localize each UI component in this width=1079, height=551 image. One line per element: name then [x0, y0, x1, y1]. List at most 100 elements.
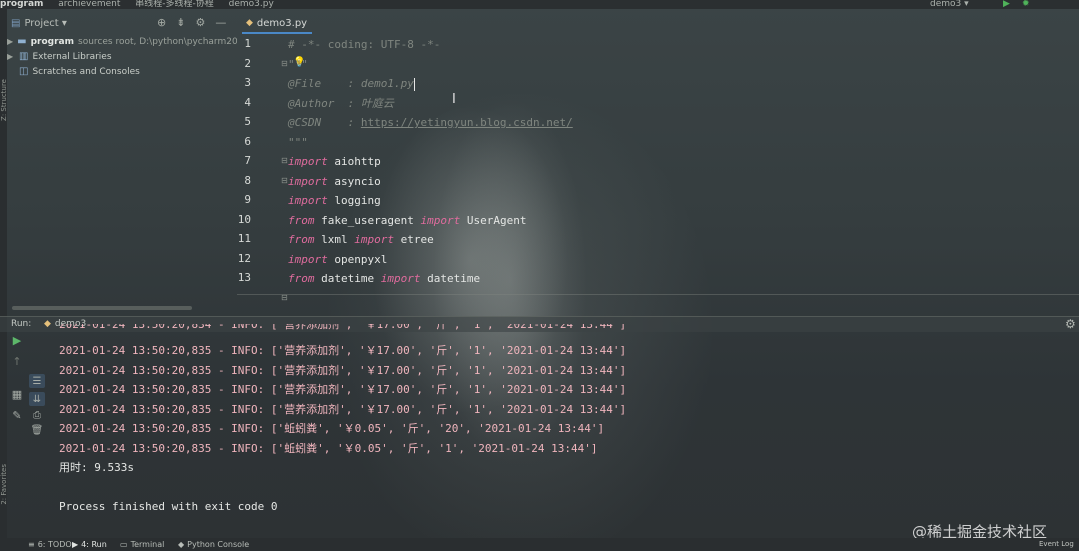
text-cursor-icon: I	[452, 92, 456, 107]
code-line[interactable]: # -*- coding: UTF-8 -*-	[288, 35, 440, 55]
scroll-to-end-icon[interactable]: ⇊	[29, 392, 45, 406]
code-token: UserAgent	[460, 213, 527, 227]
code-line[interactable]: """	[288, 55, 308, 75]
run-configuration-select[interactable]: demo3 ▾	[930, 0, 969, 9]
code-token: @Author : 叶庭云	[288, 96, 394, 110]
code-token: import	[380, 272, 421, 285]
log-line: 2021-01-24 13:50:20,835 - INFO: ['蚯蚓粪', …	[59, 441, 598, 455]
run-icon[interactable]: ▶	[1003, 0, 1010, 9]
breadcrumb-file[interactable]: demo3.py	[229, 0, 274, 9]
code-line[interactable]: @Author : 叶庭云	[288, 94, 394, 114]
line-number: 1	[244, 37, 251, 50]
tab-label: demo3.py	[256, 17, 308, 29]
code-token: """	[288, 135, 308, 149]
code-line[interactable]: import logging	[288, 191, 381, 211]
left-tool-strip: Z: Structure 2: Favorites	[0, 9, 8, 539]
line-number: 6	[244, 134, 251, 148]
code-token: """	[288, 57, 308, 71]
project-icon: ▤	[11, 17, 21, 29]
text-caret	[413, 77, 415, 91]
code-line[interactable]: """	[288, 133, 308, 153]
debug-icon[interactable]: ✹	[1022, 0, 1030, 9]
todo-icon: ≡	[28, 540, 35, 549]
code-token: import	[288, 252, 328, 266]
tree-item-external-libraries[interactable]: ▶ ▥ External Libraries	[7, 49, 237, 64]
run-console-output[interactable]: 2021-01-24 13:50:20,834 - INFO: ['营养添加剂'…	[59, 324, 1069, 524]
code-token: @CSDN :	[288, 116, 361, 129]
code-token: import	[288, 174, 328, 188]
tree-item-scratches[interactable]: ◫ Scratches and Consoles	[7, 64, 237, 79]
project-tree: ▶ ▬ program sources root, D:\python\pych…	[7, 34, 237, 79]
code-token: fake_useragent	[314, 213, 421, 227]
log-line: 2021-01-24 13:50:20,835 - INFO: ['蚯蚓粪', …	[59, 422, 605, 435]
tree-item-label: program	[30, 36, 75, 47]
code-line[interactable]: @CSDN : https://yetingyun.blog.csdn.net/	[288, 113, 573, 133]
terminal-icon: ▭	[120, 540, 128, 549]
breadcrumb-subfolder[interactable]: 串线程-多线程-协程	[135, 0, 214, 9]
terminal-tool-button[interactable]: ▭ Terminal	[120, 540, 164, 549]
log-line: 2021-01-24 13:50:20,835 - INFO: ['营养添加剂'…	[59, 402, 627, 416]
expand-arrow-icon[interactable]: ▶	[7, 52, 15, 61]
pin-icon[interactable]: ✎	[12, 409, 21, 422]
line-number: 7	[244, 154, 251, 167]
hide-icon[interactable]: —	[215, 16, 226, 29]
todo-label: 6: TODO	[37, 540, 72, 549]
code-line[interactable]: @File : demo1.py	[288, 74, 415, 94]
collapse-icon[interactable]: ⇟	[176, 16, 185, 29]
python-icon: ◆	[178, 540, 185, 549]
code-token: import	[288, 155, 328, 168]
bottom-tool-bar: ≡ 6: TODO ▶ 4: Run ▭ Terminal ◆ Python C…	[0, 538, 1079, 551]
code-token: datetime	[420, 272, 481, 285]
up-arrow-icon[interactable]: ↑	[12, 355, 21, 368]
code-token: import	[420, 213, 461, 227]
soft-wrap-icon[interactable]: ☰	[29, 374, 45, 388]
locate-icon[interactable]: ⊕	[157, 16, 166, 29]
code-line[interactable]: import aiohttp	[288, 152, 381, 172]
process-finished-text: Process finished with exit code 0	[59, 500, 278, 513]
code-line[interactable]: import openpyxl	[288, 250, 387, 270]
project-horizontal-scrollbar[interactable]	[12, 306, 192, 310]
run-panel-label: Run:	[11, 319, 32, 329]
fold-icon[interactable]: ⊟	[281, 59, 288, 68]
todo-tool-button[interactable]: ≡ 6: TODO	[28, 540, 72, 549]
code-line[interactable]: import asyncio	[288, 172, 381, 192]
library-icon: ▥	[19, 51, 29, 62]
project-panel-tools: ⊕ ⇟ ⚙ —	[157, 16, 226, 29]
tree-item-label: Scratches and Consoles	[32, 66, 140, 77]
run-toolbar: ▶ ↑ ▦ ✎	[7, 334, 27, 534]
run-icon: ▶	[72, 540, 79, 549]
tree-item-program[interactable]: ▶ ▬ program sources root, D:\python\pych…	[7, 34, 237, 49]
log-line: 2021-01-24 13:50:20,835 - INFO: ['营养添加剂'…	[59, 344, 627, 357]
line-number: 3	[244, 76, 251, 89]
line-number: 13	[237, 271, 251, 284]
code-editor[interactable]: # -*- coding: UTF-8 -*- """ @File : demo1.…	[288, 35, 1068, 293]
trash-icon[interactable]: 🗑	[31, 425, 44, 436]
editor-divider	[237, 294, 1079, 295]
event-log-button[interactable]: Event Log	[1039, 540, 1074, 548]
breadcrumb-project[interactable]: program	[0, 0, 43, 9]
fold-icon[interactable]: ⊟	[281, 156, 288, 165]
log-line: 2021-01-24 13:50:20,835 - INFO: ['营养添加剂'…	[59, 383, 627, 396]
project-view-select[interactable]: Project ▾	[24, 18, 66, 29]
expand-arrow-icon[interactable]: ▶	[7, 37, 13, 46]
tab-demo3[interactable]: ◆ demo3.py	[242, 14, 312, 34]
code-line[interactable]: from lxml import etree	[288, 230, 434, 250]
log-line: 2021-01-24 13:50:20,834 - INFO: ['营养添加剂'…	[59, 324, 627, 331]
breadcrumb-folder[interactable]: archievement	[58, 0, 120, 9]
tree-item-extra: sources root, D:\python\pycharm202	[78, 36, 237, 47]
down-arrow-icon[interactable]: ▦	[12, 388, 22, 401]
run-tool-button[interactable]: ▶ 4: Run	[72, 540, 107, 549]
code-token: https://yetingyun.blog.csdn.net/	[360, 116, 573, 129]
line-number: 11	[237, 232, 251, 245]
code-line[interactable]: from fake_useragent import UserAgent	[288, 211, 526, 231]
print-icon[interactable]: ⎙	[33, 410, 41, 421]
log-line: 2021-01-24 13:50:20,835 - INFO: ['营养添加剂'…	[59, 363, 627, 377]
code-line[interactable]: from datetime import datetime	[288, 269, 480, 289]
python-console-tool-button[interactable]: ◆ Python Console	[178, 540, 249, 549]
structure-tool-window-button[interactable]: Z: Structure	[0, 79, 8, 121]
fold-icon[interactable]: ⊟	[281, 176, 288, 185]
rerun-icon[interactable]: ▶	[13, 334, 21, 347]
gear-icon[interactable]: ⚙	[195, 16, 205, 29]
line-number: 8	[244, 173, 251, 187]
code-token: from	[288, 213, 315, 227]
